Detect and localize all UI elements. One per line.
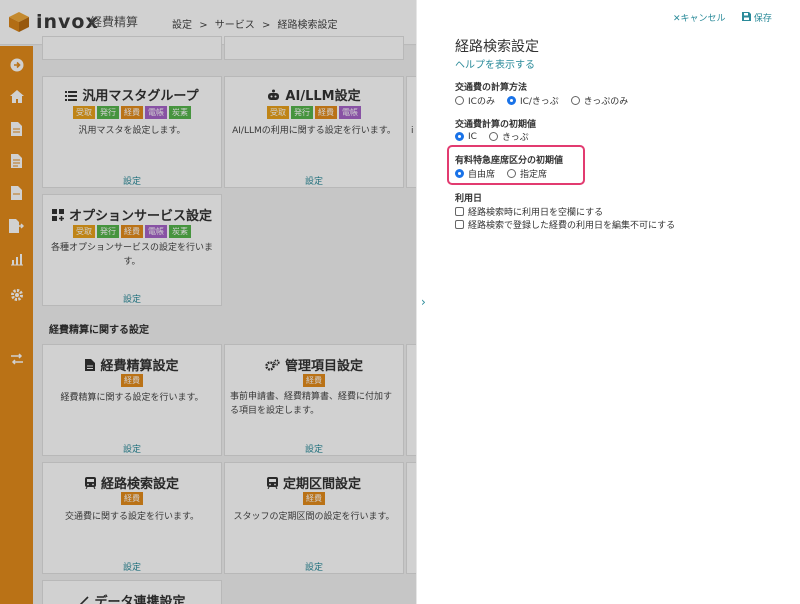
usage-date-label: 利用日: [455, 194, 483, 204]
reserved-seat-label: 有料特急座席区分の初期値: [455, 156, 564, 166]
save-button-label: 保存: [753, 14, 772, 24]
cancel-button-label: キャンセル: [680, 14, 726, 24]
radio-ticket[interactable]: きっぷ: [488, 130, 529, 143]
help-link[interactable]: ヘルプを表示する: [455, 56, 535, 71]
radio-button[interactable]: [455, 169, 464, 178]
radio-ic[interactable]: IC: [455, 132, 477, 142]
radio-ic-ticket[interactable]: IC/きっぷ: [506, 94, 559, 107]
radio-button[interactable]: [488, 132, 498, 141]
radio-label: IC: [468, 131, 477, 142]
save-button[interactable]: 保存: [742, 11, 772, 24]
usage-date-blank-option[interactable]: 経路検索時に利用日を空欄にする: [455, 205, 603, 218]
checkbox-label: 経路検索で登録した経費の利用日を編集不可にする: [468, 221, 676, 231]
cancel-button[interactable]: ✕キャンセル: [673, 11, 726, 24]
usage-date-lock-option[interactable]: 経路検索で登録した経費の利用日を編集不可にする: [455, 218, 675, 231]
initial-value-label: 交通費計算の初期値: [455, 120, 537, 130]
radio-button[interactable]: [455, 132, 464, 141]
radio-reserved[interactable]: 指定席: [507, 167, 547, 180]
panel-title: 経路検索設定: [455, 39, 539, 55]
radio-ticket-only[interactable]: きっぷのみ: [570, 94, 629, 107]
radio-non-reserved[interactable]: 自由席: [455, 167, 495, 180]
save-icon: [742, 12, 751, 24]
radio-ic-only[interactable]: ICのみ: [455, 94, 495, 107]
radio-button[interactable]: [507, 169, 517, 178]
radio-label: きっぷ: [501, 133, 529, 143]
radio-label: IC/きっぷ: [519, 97, 559, 107]
calc-method-radio-group: ICのみ IC/きっぷ きっぷのみ: [455, 94, 640, 107]
checkbox-label: 経路検索時に利用日を空欄にする: [468, 208, 604, 218]
checkbox[interactable]: [455, 220, 464, 229]
checkbox[interactable]: [455, 207, 464, 216]
radio-button[interactable]: [455, 96, 464, 105]
radio-label: 自由席: [468, 170, 496, 180]
radio-button[interactable]: [506, 96, 516, 105]
radio-label: 指定席: [520, 170, 548, 180]
background-app: invox 経費精算 設定 > サービス > 経路検索設定 汎用マスタグループ …: [0, 0, 416, 604]
panel-edge: [416, 0, 436, 604]
modal-overlay[interactable]: [0, 0, 416, 604]
route-search-settings-panel: ✕キャンセル 保存 経路検索設定 ヘルプを表示する 交通費の計算方法 ICのみ …: [437, 0, 800, 604]
close-icon: ✕: [673, 14, 681, 24]
radio-label: きっぷのみ: [583, 97, 629, 107]
calc-method-label: 交通費の計算方法: [455, 83, 528, 93]
reserved-seat-radio-group: 自由席 指定席: [455, 167, 559, 180]
initial-value-radio-group: IC きっぷ: [455, 130, 541, 143]
chevron-right-icon[interactable]: ›: [421, 295, 426, 309]
radio-label: ICのみ: [468, 97, 495, 107]
radio-button[interactable]: [570, 96, 580, 105]
